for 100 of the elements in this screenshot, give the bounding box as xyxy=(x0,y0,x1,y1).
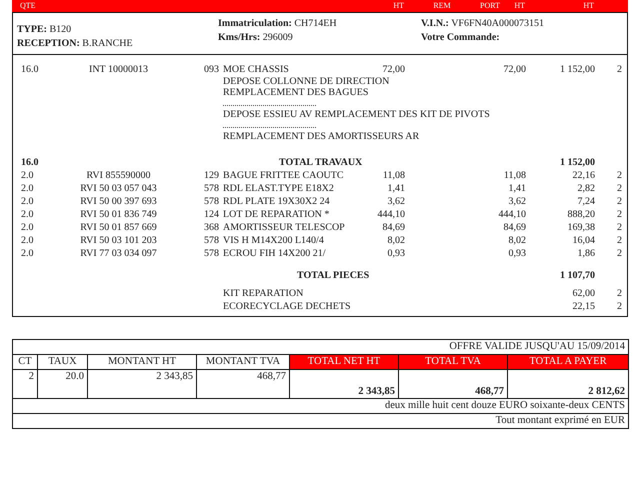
summary-heading: MONTANT TVA xyxy=(196,354,290,370)
item-code: 093 xyxy=(203,63,219,76)
vat-code: 2 xyxy=(616,247,623,260)
fee-label: ECORECYCLAGE DECHETS xyxy=(222,300,352,313)
summary-value: 468,77 xyxy=(398,370,508,398)
info-field: TYPE: B120 xyxy=(17,23,218,36)
info-field: RECEPTION: B.RANCHE xyxy=(17,37,218,50)
unit-price: 444,10 xyxy=(376,208,405,221)
line-total: 16,04 xyxy=(572,234,595,247)
vat-code: 2 xyxy=(616,182,623,195)
column-heading: HT xyxy=(393,0,404,12)
vat-code: 2 xyxy=(616,300,623,313)
summary-heading: CT xyxy=(12,354,38,370)
vat-code: 2 xyxy=(616,169,623,182)
item-description: VIS H M14X200 L140/4 xyxy=(222,234,325,247)
currency-note: Tout montant exprimé en EUR xyxy=(12,414,628,428)
column-heading: PORT xyxy=(480,0,500,12)
unit-price: 11,08 xyxy=(382,169,405,182)
item-description: ECROU FIH 14X200 21/ xyxy=(222,247,327,260)
total-label: TOTAL TRAVAUX xyxy=(278,156,364,169)
summary-heading: TOTAL NET HT xyxy=(290,354,398,370)
info-field: Kms/Hrs: 296009 xyxy=(218,31,421,44)
quantity: 2.0 xyxy=(21,234,34,247)
item-code: 368 xyxy=(203,221,219,234)
item-description: RDL ELAST.TYPE E18X2 xyxy=(222,182,335,195)
line-total: 888,20 xyxy=(566,208,595,221)
net-price: 8,02 xyxy=(508,234,526,247)
unit-price: 0,93 xyxy=(386,247,405,260)
total-amount: 1 152,00 xyxy=(559,156,595,169)
item-code: 578 xyxy=(203,182,219,195)
summary-value: 2 812,62 xyxy=(508,370,628,398)
quantity: 16.0 xyxy=(21,63,40,76)
summary-value: 468,77 xyxy=(196,370,290,398)
quantity: 2.0 xyxy=(21,247,34,260)
summary-heading: TAUX xyxy=(38,354,88,370)
unit-price: 84,69 xyxy=(382,221,405,234)
quantity: 2.0 xyxy=(21,169,34,182)
quantity: 2.0 xyxy=(21,208,34,221)
info-field: V.I.N.: VF6FN40A000073151 xyxy=(421,17,623,30)
net-price: 84,69 xyxy=(502,221,526,234)
item-code: 578 xyxy=(203,234,219,247)
work-description: REMPLACEMENT DES BAGUES xyxy=(223,87,370,98)
vat-code: 2 xyxy=(616,234,623,247)
item-description: LOT DE REPARATION * xyxy=(222,208,330,221)
summary-value: 2 xyxy=(12,370,38,398)
total-quantity: 16.0 xyxy=(21,156,40,169)
net-price: 444,10 xyxy=(498,208,526,221)
net-price: 11,08 xyxy=(502,169,526,182)
part-reference: RVI 50 01 836 749 xyxy=(79,208,158,221)
quantity: 2.0 xyxy=(21,221,34,234)
item-description: RDL PLATE 19X30X2 24 xyxy=(222,195,331,208)
item-code: 578 xyxy=(203,195,219,208)
unit-price: 1,41 xyxy=(386,182,405,195)
line-total: 7,24 xyxy=(576,195,595,208)
item-code: 129 xyxy=(203,169,219,182)
line-total: 22,16 xyxy=(572,169,595,182)
net-price: 0,93 xyxy=(508,247,526,260)
column-heading: QTE xyxy=(20,0,36,12)
info-field: Votre Commande: xyxy=(421,31,623,44)
part-reference: RVI 50 03 101 203 xyxy=(79,234,158,247)
summary-heading: TOTAL TVA xyxy=(398,354,508,370)
unit-price: 8,02 xyxy=(386,234,405,247)
quantity: 2.0 xyxy=(21,182,34,195)
unit-price: 3,62 xyxy=(386,195,405,208)
item-code: 578 xyxy=(203,247,219,260)
vat-code: 2 xyxy=(616,195,623,208)
net-price: 3,62 xyxy=(508,195,526,208)
vat-code: 2 xyxy=(616,208,623,221)
fee-label: KIT REPARATION xyxy=(222,287,304,300)
summary-value: 20.0 xyxy=(38,370,88,398)
line-total: 169,38 xyxy=(566,221,595,234)
column-heading: HT xyxy=(514,0,525,12)
offer-validity: OFFRE VALIDE JUSQU'AU 15/09/2014 xyxy=(12,340,628,354)
item-description: AMORTISSEUR TELESCOP xyxy=(222,221,346,234)
net-price: 72,00 xyxy=(502,63,526,76)
fee-amount: 62,00 xyxy=(572,287,595,300)
line-total: 2,82 xyxy=(576,182,595,195)
item-code: 124 xyxy=(203,208,219,221)
summary-heading: MONTANT HT xyxy=(88,354,196,370)
item-description: MOE CHASSIS xyxy=(222,63,290,76)
info-field: Immatriculation: CH714EH xyxy=(218,17,421,30)
vat-code: 2 xyxy=(616,63,623,76)
vat-code: 2 xyxy=(616,287,623,300)
part-reference: RVI 50 03 057 043 xyxy=(79,182,158,195)
part-reference: RVI 77 03 034 097 xyxy=(79,247,158,260)
quantity: 2.0 xyxy=(21,195,34,208)
unit-price: 72,00 xyxy=(382,63,405,76)
part-reference: RVI 855590000 xyxy=(86,169,152,182)
work-description: DEPOSE ESSIEU AV REMPLACEMENT DES KIT DE PIVOTS xyxy=(223,109,491,120)
work-description: DEPOSE COLLONNE DE DIRECTION xyxy=(223,76,390,87)
fee-amount: 22,15 xyxy=(572,300,595,313)
amount-in-words: deux mille huit cent douze EURO soixante-deux CENTS xyxy=(12,398,628,414)
net-price: 1,41 xyxy=(508,182,526,195)
column-heading: HT xyxy=(583,0,594,12)
summary-heading: TOTAL A PAYER xyxy=(508,354,628,370)
total-amount: 1 107,70 xyxy=(559,269,595,282)
work-description: REMPLACEMENT DES AMORTISSEURS AR xyxy=(223,131,420,142)
summary-value: 2 343,85 xyxy=(290,370,398,398)
vat-code: 2 xyxy=(616,221,623,234)
column-heading: REM xyxy=(433,0,451,12)
